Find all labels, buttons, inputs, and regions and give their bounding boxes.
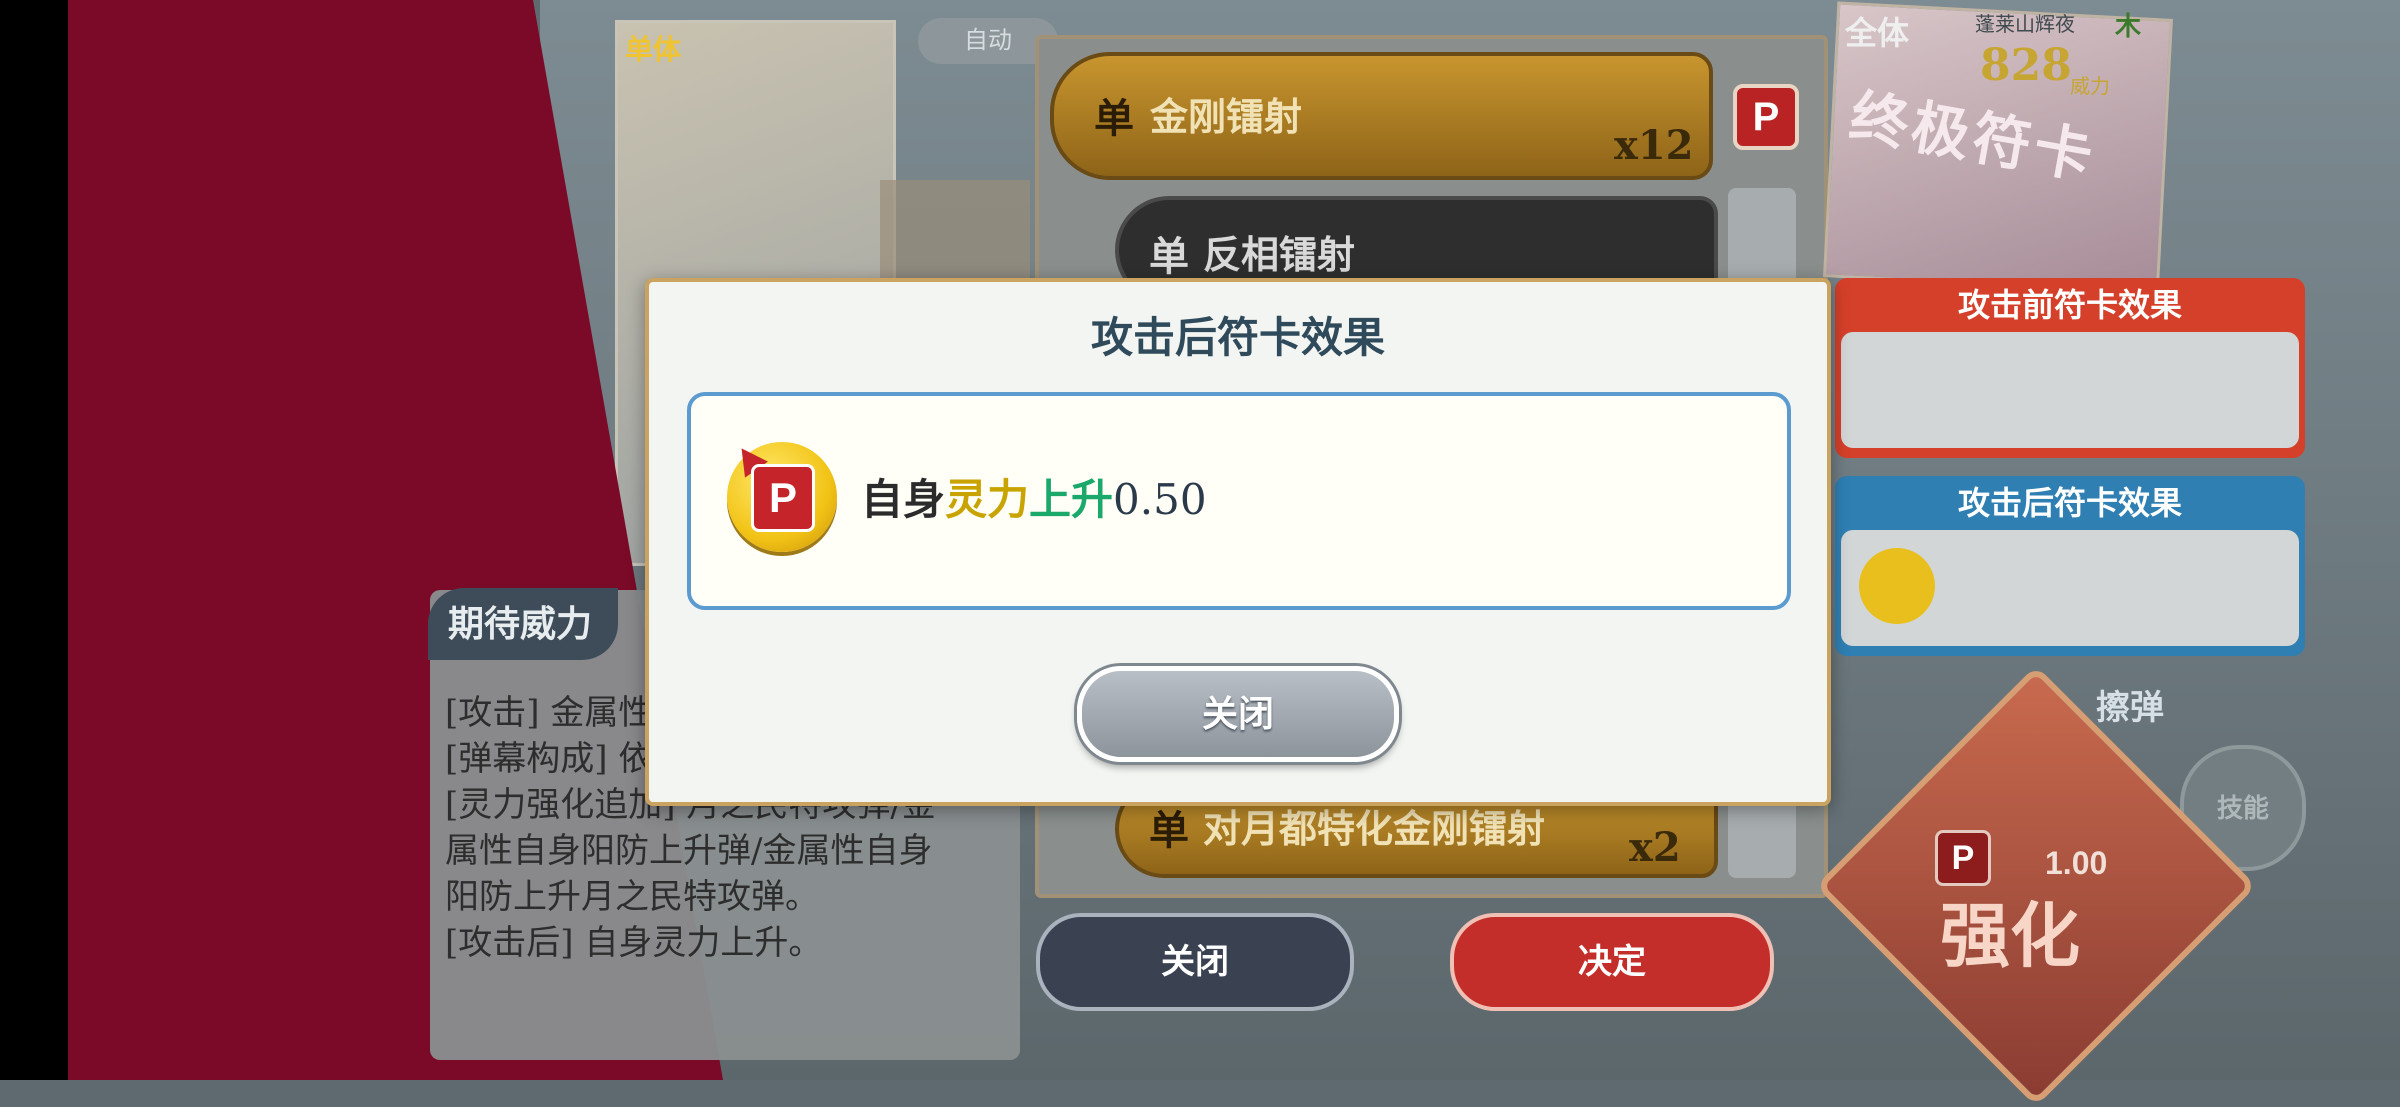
background-close-button[interactable]: 关闭 xyxy=(1036,913,1354,1011)
spell-tag: 单 xyxy=(1149,235,1189,279)
dialog-close-button[interactable]: 关闭 xyxy=(1077,666,1399,762)
effect-keyword-rise: 上升 xyxy=(1029,475,1114,524)
p-coin-icon: P xyxy=(727,440,837,552)
spell-multiplier: x12 xyxy=(1614,122,1694,169)
p-coin-icon xyxy=(1859,548,1935,624)
enhance-label: 强化 xyxy=(1940,897,2080,975)
spell-name: 对月都特化金刚镭射 xyxy=(1203,809,1546,851)
post-attack-effect-content xyxy=(1841,530,2299,646)
spell-multiplier: x2 xyxy=(1629,824,1681,871)
pre-attack-effect-title: 攻击前符卡效果 xyxy=(1957,287,2182,323)
dialog-title: 攻击后符卡效果 xyxy=(1090,313,1385,362)
effect-description: 自身灵力上升0.50 xyxy=(861,466,1207,527)
confirm-button[interactable]: 决定 xyxy=(1450,913,1774,1011)
card-scope-tag: 单体 xyxy=(625,34,682,65)
effect-detail-box: P 自身灵力上升0.50 xyxy=(687,392,1791,610)
post-attack-effect-box[interactable]: 攻击后符卡效果 xyxy=(1835,476,2305,656)
left-black-bar xyxy=(0,0,68,1080)
post-attack-effect-dialog: 攻击后符卡效果 P 自身灵力上升0.50 关闭 xyxy=(645,278,1831,806)
ultimate-scope-tag: 全体 xyxy=(1845,15,1910,51)
pre-attack-effect-content xyxy=(1841,332,2299,448)
ultimate-power: 828 xyxy=(1980,40,2072,91)
spell-tag: 单 xyxy=(1149,809,1189,853)
element-badge: 木 xyxy=(2115,11,2142,41)
spell-item[interactable]: 单 金刚镭射 x12 xyxy=(1050,52,1713,180)
expected-power-title: 期待威力 xyxy=(428,588,618,660)
effect-keyword-spirit: 灵力 xyxy=(945,475,1030,524)
spell-name: 金刚镭射 xyxy=(1150,97,1303,139)
spell-name: 反相镭射 xyxy=(1203,235,1356,277)
description-line: [攻击后] 自身灵力上升。 xyxy=(445,923,823,963)
spell-tag: 单 xyxy=(1094,97,1134,141)
ultimate-owner: 蓬莱山辉夜 xyxy=(1975,14,2075,36)
post-attack-effect-title: 攻击后符卡效果 xyxy=(1957,485,2182,521)
description-line: 属性自身阳防上升弹/金属性自身 xyxy=(445,831,933,871)
ultimate-power-unit: 威力 xyxy=(2070,76,2110,98)
enhance-value: 1.00 xyxy=(2045,845,2108,881)
effect-value: 0.50 xyxy=(1113,475,1207,524)
enhance-p-icon: P xyxy=(1935,830,1991,886)
p-letter: P xyxy=(751,464,815,532)
pre-attack-effect-box: 攻击前符卡效果 xyxy=(1835,278,2305,458)
p-badge-icon: P xyxy=(1733,84,1799,150)
effect-prefix: 自身 xyxy=(861,475,946,524)
description-line: 阳防上升月之民特攻弹。 xyxy=(445,877,819,917)
